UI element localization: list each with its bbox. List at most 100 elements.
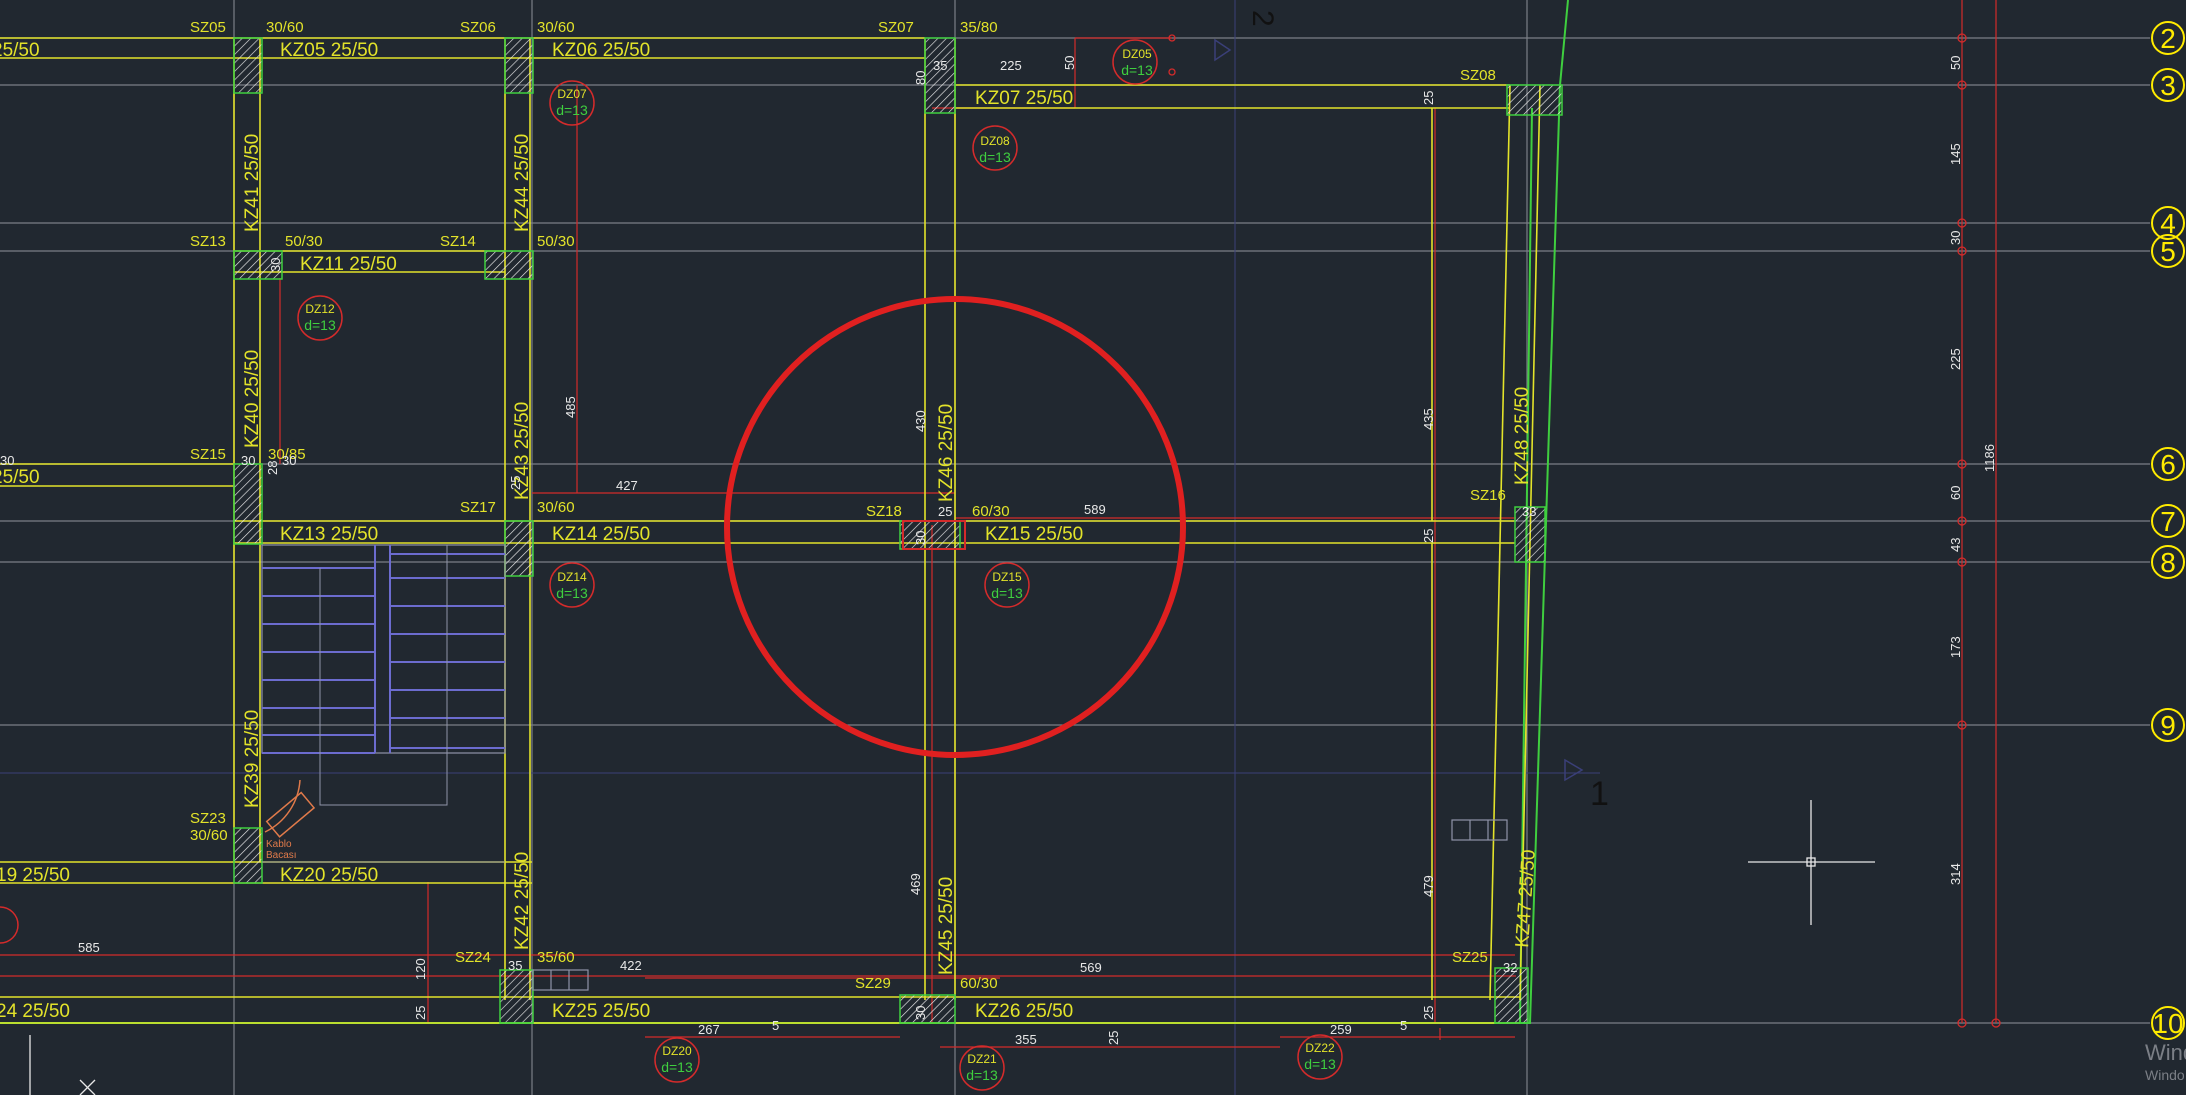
cable-shaft-label-1: Kablo [266, 839, 292, 850]
grid-lines [0, 0, 2150, 1095]
slab-dz07-name: DZ07 [557, 87, 587, 101]
dim-569: 569 [1080, 960, 1102, 975]
col-sz23: SZ23 [190, 810, 226, 827]
beam-labels: KZ05 25/50 KZ06 25/50 KZ07 25/50 KZ11 25… [0, 40, 1540, 1022]
section-label-2: 2 [1246, 10, 1279, 27]
dim-right-43: 43 [1948, 538, 1963, 552]
dim-30-sz18: 30 [913, 531, 928, 545]
slab-dz21-name: DZ21 [967, 1052, 997, 1066]
dim-33: 33 [1522, 504, 1536, 519]
dim-right-1186: 1186 [1982, 444, 1997, 472]
dim-25-bottom: 25 [1106, 1031, 1121, 1045]
beam-kz40: KZ40 25/50 [242, 350, 263, 448]
axis-label-2: 2 [2160, 23, 2176, 54]
beam-left-top: 25/50 [0, 40, 40, 61]
col-sz16: SZ16 [1470, 487, 1506, 504]
dim-485: 485 [563, 396, 578, 418]
crosshair-cursor[interactable] [1748, 800, 1875, 925]
section-label-1: 1 [1590, 775, 1609, 813]
dim-25-top: 25 [1421, 91, 1436, 105]
beam-kz05: KZ05 25/50 [280, 40, 378, 61]
stair[interactable] [261, 544, 506, 754]
column-hatches [233, 37, 1563, 1024]
beam-kz20: KZ20 25/50 [280, 865, 378, 886]
slab-dz08-d: d=13 [979, 149, 1011, 165]
beam-kz11: KZ11 25/50 [300, 254, 397, 275]
col-sz24-size: 35/60 [537, 949, 575, 966]
beam-kz25: KZ25 25/50 [552, 1001, 650, 1022]
axis-label-10: 10 [2152, 1008, 2183, 1039]
dim-585: 585 [78, 940, 100, 955]
beam-kz26: KZ26 25/50 [975, 1001, 1073, 1022]
col-sz07-size: 35/80 [960, 19, 998, 36]
beam-kz42: KZ42 25/50 [512, 852, 533, 950]
dim-422: 422 [620, 958, 642, 973]
col-sz05: SZ05 [190, 19, 226, 36]
ucs-icon [29, 1035, 96, 1095]
beam-kz41: KZ41 25/50 [242, 134, 263, 232]
beam-left-mid: 25/50 [0, 467, 40, 488]
col-sz15: SZ15 [190, 446, 226, 463]
col-sz13: SZ13 [190, 233, 226, 250]
col-sz17: SZ17 [460, 499, 496, 516]
dimension-ticks [1168, 33, 2001, 1028]
dim-479: 479 [1421, 875, 1436, 897]
dim-30-sz23: 30 [0, 453, 14, 468]
stair-inner-outline [262, 545, 505, 863]
dim-28-sz15: 28 [265, 461, 280, 475]
beam-kz46: KZ46 25/50 [936, 404, 957, 502]
dim-120: 120 [413, 958, 428, 980]
beam-kz45: KZ45 25/50 [936, 877, 957, 975]
dim-right-225: 225 [1948, 348, 1963, 370]
dim-right-314: 314 [1948, 863, 1963, 885]
slab-dz15-d: d=13 [991, 585, 1023, 601]
axis-bubble-labels: 2 3 4 5 6 7 8 9 10 [2152, 23, 2183, 1039]
axis-label-3: 3 [2160, 70, 2176, 101]
dim-30-sz29: 30 [913, 1006, 928, 1020]
dim-25-row7: 25 [1421, 529, 1436, 543]
dim-35-sz24: 35 [508, 958, 522, 973]
col-sz25: SZ25 [1452, 949, 1488, 966]
beam-left-kz19: 19 25/50 [0, 865, 70, 886]
dim-30-sz15-b: 30 [282, 453, 296, 468]
slab-dz08-name: DZ08 [980, 134, 1010, 148]
axis-label-7: 7 [2160, 506, 2176, 537]
beam-kz15: KZ15 25/50 [985, 524, 1083, 545]
dim-225-top: 225 [1000, 58, 1022, 73]
slab-dz22-name: DZ22 [1305, 1041, 1335, 1055]
beam-kz39: KZ39 25/50 [242, 710, 263, 808]
col-sz06-size: 30/60 [537, 19, 575, 36]
dim-427: 427 [616, 478, 638, 493]
dim-80-top: 80 [913, 71, 928, 85]
dim-right-50: 50 [1948, 56, 1963, 70]
slab-dz14-name: DZ14 [557, 570, 587, 584]
col-sz05-size: 30/60 [266, 19, 304, 36]
dim-25-mid: 25 [938, 504, 952, 519]
dim-267: 267 [698, 1022, 720, 1037]
axis-label-9: 9 [2160, 710, 2176, 741]
dim-5-b: 5 [1400, 1018, 1407, 1033]
beam-kz13: KZ13 25/50 [280, 524, 378, 545]
axis-label-5: 5 [2160, 236, 2176, 267]
slab-dz07-d: d=13 [556, 102, 588, 118]
dim-30-sz13: 30 [268, 258, 283, 272]
slab-dz12-d: d=13 [304, 317, 336, 333]
beam-kz44: KZ44 25/50 [512, 134, 533, 232]
dim-25-sz25: 25 [1421, 1006, 1436, 1020]
slab-dz22-d: d=13 [1304, 1056, 1336, 1072]
dim-5-a: 5 [772, 1018, 779, 1033]
dim-50-top: 50 [1062, 56, 1077, 70]
slab-dz20-d: d=13 [661, 1059, 693, 1075]
slab-dz12-name: DZ12 [305, 302, 335, 316]
activate-windows-watermark-2: Windo [2145, 1067, 2185, 1083]
col-sz18: SZ18 [866, 503, 902, 520]
cad-drawing-canvas[interactable]: Kablo Bacası 2 3 4 5 6 7 8 9 10 2 1 DZ05… [0, 0, 2186, 1095]
column-labels: SZ05 30/60 SZ06 30/60 SZ07 35/80 SZ08 SZ… [190, 19, 1506, 992]
col-sz24: SZ24 [455, 949, 491, 966]
slab-dz05-name: DZ05 [1122, 47, 1152, 61]
col-sz06: SZ06 [460, 19, 496, 36]
cable-shaft-label-2: Bacası [266, 850, 297, 861]
col-sz18-size: 60/30 [972, 503, 1010, 520]
beam-kz07: KZ07 25/50 [975, 88, 1073, 109]
beam-kz06: KZ06 25/50 [552, 40, 650, 61]
